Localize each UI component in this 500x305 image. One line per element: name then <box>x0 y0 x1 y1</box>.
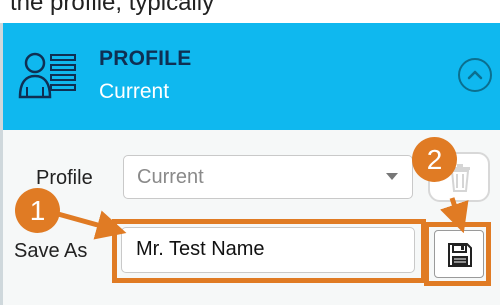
callout-2: 2 <box>412 137 457 182</box>
callout-1: 1 <box>15 188 60 233</box>
save-as-label: Save As <box>14 240 88 262</box>
highlight-box-save-button <box>424 222 491 286</box>
header-subtitle: Current <box>99 80 170 103</box>
profile-label: Profile <box>36 167 93 189</box>
collapse-button[interactable] <box>458 58 492 92</box>
highlight-box-save-as <box>112 219 426 283</box>
header-title: PROFILE <box>99 47 192 70</box>
chevron-up-icon <box>467 70 483 80</box>
profile-list-icon <box>18 52 76 99</box>
profile-dropdown[interactable]: Current <box>123 155 413 199</box>
profile-dropdown-value: Current <box>137 166 204 188</box>
profile-header: PROFILE Current <box>3 23 500 130</box>
chevron-down-icon <box>386 173 398 180</box>
top-text-strip: the profile, typically <box>0 0 500 23</box>
top-strip-text: the profile, typically <box>10 0 215 16</box>
